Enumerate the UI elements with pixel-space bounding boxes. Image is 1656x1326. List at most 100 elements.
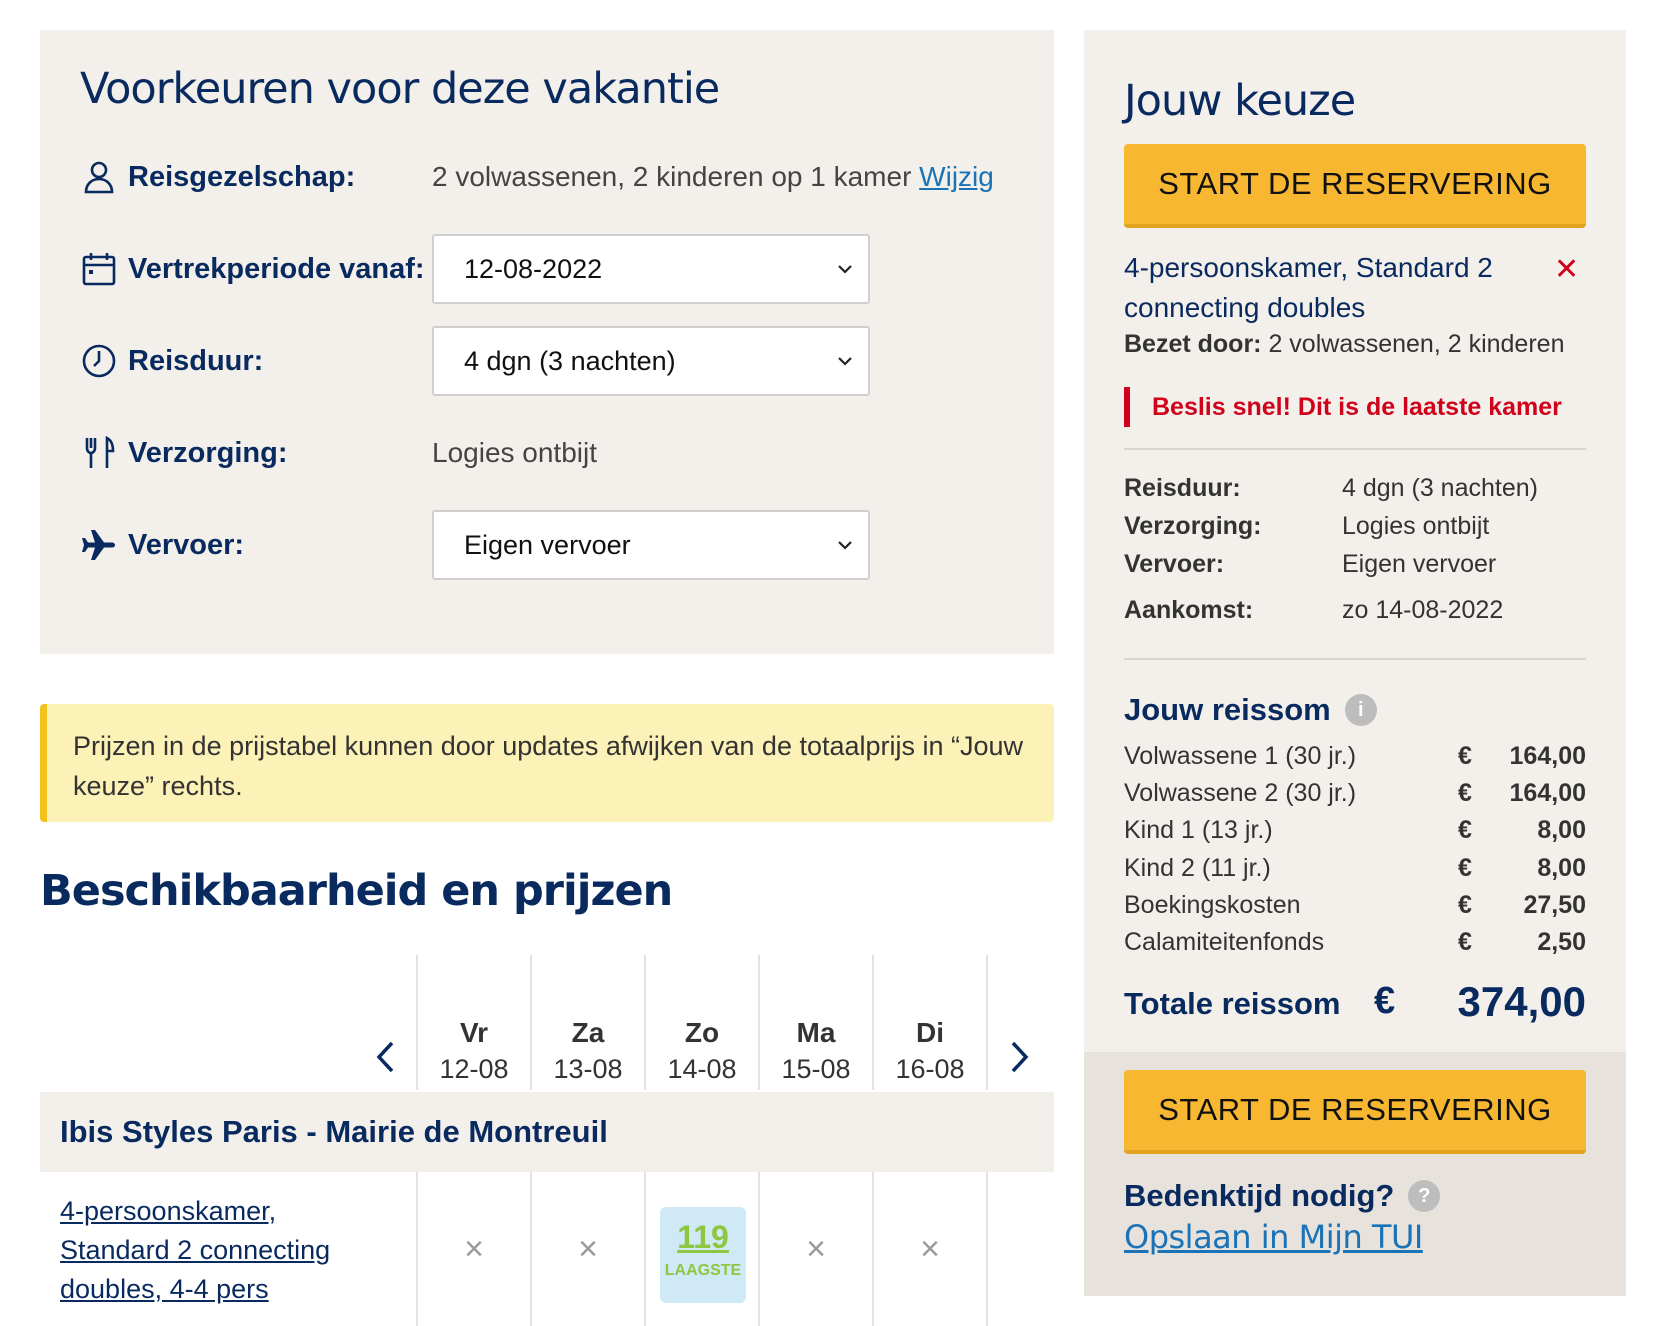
previous-days-button[interactable] [370,1037,400,1077]
departure-select-value: 12-08-2022 [464,253,603,284]
occupied-value: 2 volwassenen, 2 kinderen [1268,330,1565,358]
day-name: Za [571,1017,605,1048]
chevron-left-icon [376,1041,394,1073]
save-in-my-tui-link[interactable]: Opslaan in Mijn TUI [1124,1218,1423,1256]
summary-value: Eigen vervoer [1342,550,1497,578]
transport-row: Vervoer: Eigen vervoer [80,510,1020,580]
summary-label: Reisduur: [1124,474,1241,502]
cutlery-icon [80,434,118,472]
unavailable-icon: × [806,1230,826,1268]
day-name: Vr [459,1017,489,1048]
unavailable-icon: × [464,1230,484,1268]
price-row: Kind 2 (11 jr.) € 8,00 [1124,854,1586,892]
price-row: Volwassene 2 (30 jr.) € 164,00 [1124,779,1586,817]
best-price-cell[interactable]: 119 LAAGSTE [660,1207,746,1303]
board-value: Logies ontbijt [432,437,598,468]
day-header: Vr 12-08 Za 13-08 Zo 14-08 Ma 15-08 Di 1… [40,955,1054,1090]
party-value-text: 2 volwassenen, 2 kinderen op 1 kamer [432,161,912,192]
day-date: 14-08 [667,1054,737,1084]
preferences-title: Voorkeuren voor deze vakantie [80,64,720,114]
price-label: Boekingskosten [1124,891,1301,919]
day-column: Vr 12-08 [418,1015,530,1087]
day-date: 16-08 [895,1054,965,1084]
price-currency: € [1458,891,1472,919]
departure-select[interactable]: 12-08-2022 [432,234,870,304]
price-row: Calamiteitenfonds € 2,50 [1124,928,1586,966]
summary-value: 4 dgn (3 nachten) [1342,474,1538,502]
party-value: 2 volwassenen, 2 kinderen op 1 kamer Wij… [432,161,994,193]
day-date: 15-08 [781,1054,851,1084]
clock-icon [80,342,118,380]
next-days-button[interactable] [1005,1037,1035,1077]
summary-label: Aankomst: [1124,596,1254,624]
party-label: Reisgezelschap: [128,160,356,193]
column-divider [986,1172,988,1326]
price-summary-title-text: Jouw reissom [1124,692,1331,727]
start-reservation-button[interactable]: START DE RESERVERING [1124,144,1586,228]
day-column: Di 16-08 [874,1015,986,1087]
price-amount: 2,50 [1537,928,1586,956]
remove-room-icon[interactable]: ✕ [1554,252,1579,287]
transport-select[interactable]: Eigen vervoer [432,510,870,580]
change-party-link[interactable]: Wijzig [919,161,994,192]
chevron-down-icon [838,357,852,366]
chevron-down-icon [838,541,852,550]
day-column: Za 13-08 [532,1015,644,1087]
duration-row: Reisduur: 4 dgn (3 nachten) [80,326,1020,396]
user-icon [80,158,118,196]
occupied-by: Bezet door: 2 volwassenen, 2 kinderen [1124,330,1564,359]
hotel-name: Ibis Styles Paris - Mairie de Montreuil [60,1114,608,1149]
duration-select[interactable]: 4 dgn (3 nachten) [432,326,870,396]
duration-select-value: 4 dgn (3 nachten) [464,345,676,376]
best-price-value[interactable]: 119 [660,1219,746,1256]
total-label: Totale reissom [1124,986,1341,1021]
departure-label: Vertrekperiode vanaf: [128,252,425,285]
chevron-down-icon [838,265,852,274]
board-row: Verzorging: Logies ontbijt [80,418,1020,488]
help-icon[interactable]: ? [1408,1180,1441,1212]
choice-title: Jouw keuze [1124,76,1356,126]
calendar-icon [80,250,118,288]
price-amount: 164,00 [1509,742,1586,770]
selected-room-title: 4-persoonskamer, Standard 2 connecting d… [1124,252,1493,323]
column-divider [644,1172,646,1326]
day-name: Zo [684,1017,720,1048]
room-link[interactable]: 4-persoonskamer, Standard 2 connecting d… [60,1192,380,1309]
room-row: 4-persoonskamer, Standard 2 connecting d… [40,1172,1054,1326]
price-currency: € [1458,854,1472,882]
price-currency: € [1458,742,1472,770]
summary-value: Logies ontbijt [1342,512,1490,540]
day-date: 12-08 [439,1054,509,1084]
summary-value: zo 14-08-2022 [1342,596,1504,624]
price-row: Volwassene 1 (30 jr.) € 164,00 [1124,742,1586,780]
think-time-label: Bedenktijd nodig? [1124,1178,1395,1213]
transport-select-value: Eigen vervoer [464,529,631,560]
price-label: Calamiteitenfonds [1124,928,1325,956]
summary-label: Vervoer: [1124,550,1225,578]
price-amount: 164,00 [1509,779,1586,807]
duration-label: Reisduur: [128,344,264,377]
price-label: Kind 1 (13 jr.) [1124,816,1273,844]
transport-label: Vervoer: [128,528,245,561]
hotel-header: Ibis Styles Paris - Mairie de Montreuil [40,1092,1054,1172]
total-currency: € [1374,980,1396,1022]
occupied-label: Bezet door: [1124,330,1262,358]
preferences-panel: Voorkeuren voor deze vakantie Reisgezels… [40,30,1054,654]
day-name: Di [916,1017,944,1048]
divider [1124,448,1586,450]
board-label: Verzorging: [128,436,288,469]
day-column: Zo 14-08 [646,1015,758,1087]
price-amount: 8,00 [1537,854,1586,882]
info-icon[interactable]: i [1344,694,1377,726]
choice-sidebar: Jouw keuze START DE RESERVERING 4-persoo… [1084,30,1626,1296]
price-row: Kind 1 (13 jr.) € 8,00 [1124,816,1586,854]
price-currency: € [1458,816,1472,844]
divider [1124,658,1586,660]
total-row: Totale reissom € 374,00 [1124,978,1586,1030]
party-row: Reisgezelschap: 2 volwassenen, 2 kindere… [80,142,1020,212]
price-summary-title: Jouw reissom i [1124,692,1377,728]
start-reservation-button-bottom[interactable]: START DE RESERVERING [1124,1070,1586,1154]
price-row: Boekingskosten € 27,50 [1124,891,1586,929]
summary-label: Verzorging: [1124,512,1262,540]
unavailable-icon: × [578,1230,598,1268]
